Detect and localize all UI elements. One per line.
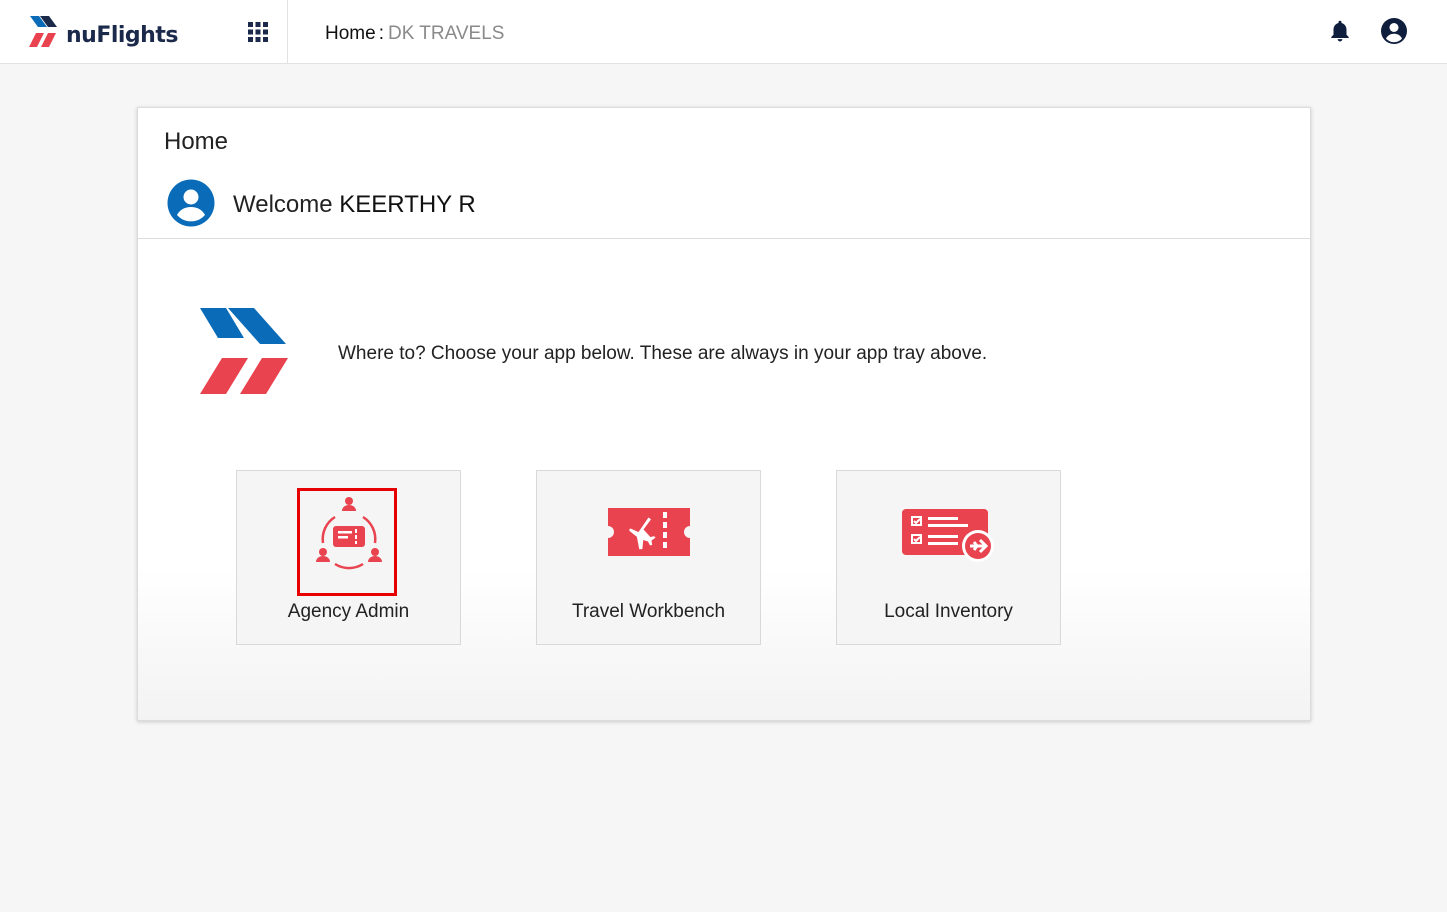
flight-ticket-icon <box>608 508 690 556</box>
breadcrumb-agency: DK TRAVELS <box>387 23 505 44</box>
header-divider <box>287 0 288 63</box>
welcome-prefix: Welcome <box>233 191 333 218</box>
app-tile-local-inventory[interactable]: Local Inventory <box>836 470 1061 645</box>
breadcrumb-home[interactable]: Home <box>325 23 376 44</box>
app-tile-label: Travel Workbench <box>571 601 726 622</box>
welcome-user-name: KEERTHY R <box>339 191 476 218</box>
apps-grid-icon[interactable] <box>247 21 269 43</box>
nuflights-logo-mark-icon <box>29 16 57 47</box>
logo-text: nuFlights <box>66 22 178 48</box>
nuflights-logo[interactable]: nuFlights <box>28 12 178 52</box>
user-avatar-icon <box>167 179 215 227</box>
agency-admin-icon <box>316 497 382 570</box>
inventory-checklist-icon <box>902 509 994 562</box>
app-tile-label: Agency Admin <box>287 601 410 622</box>
bell-icon[interactable] <box>1327 18 1353 44</box>
top-bar: nuFlights Home: DK TRAVELS <box>0 0 1447 64</box>
card-header: Home Welcome KEERTHY R <box>138 108 1310 239</box>
user-account-icon[interactable] <box>1380 17 1408 45</box>
tagline: Where to? Choose your app below. These a… <box>338 343 988 364</box>
page-title: Home <box>164 128 229 155</box>
home-card: Home Welcome KEERTHY R Where to? Choose … <box>137 107 1311 721</box>
nuflights-brand-mark-icon <box>200 308 288 394</box>
breadcrumb-separator: : <box>378 23 384 44</box>
welcome-message: Welcome KEERTHY R <box>233 191 476 219</box>
app-tile-travel-workbench[interactable]: Travel Workbench <box>536 470 761 645</box>
breadcrumb: Home: DK TRAVELS <box>325 23 504 45</box>
app-tile-agency-admin[interactable]: Agency Admin <box>236 470 461 645</box>
app-tile-label: Local Inventory <box>884 601 1013 622</box>
